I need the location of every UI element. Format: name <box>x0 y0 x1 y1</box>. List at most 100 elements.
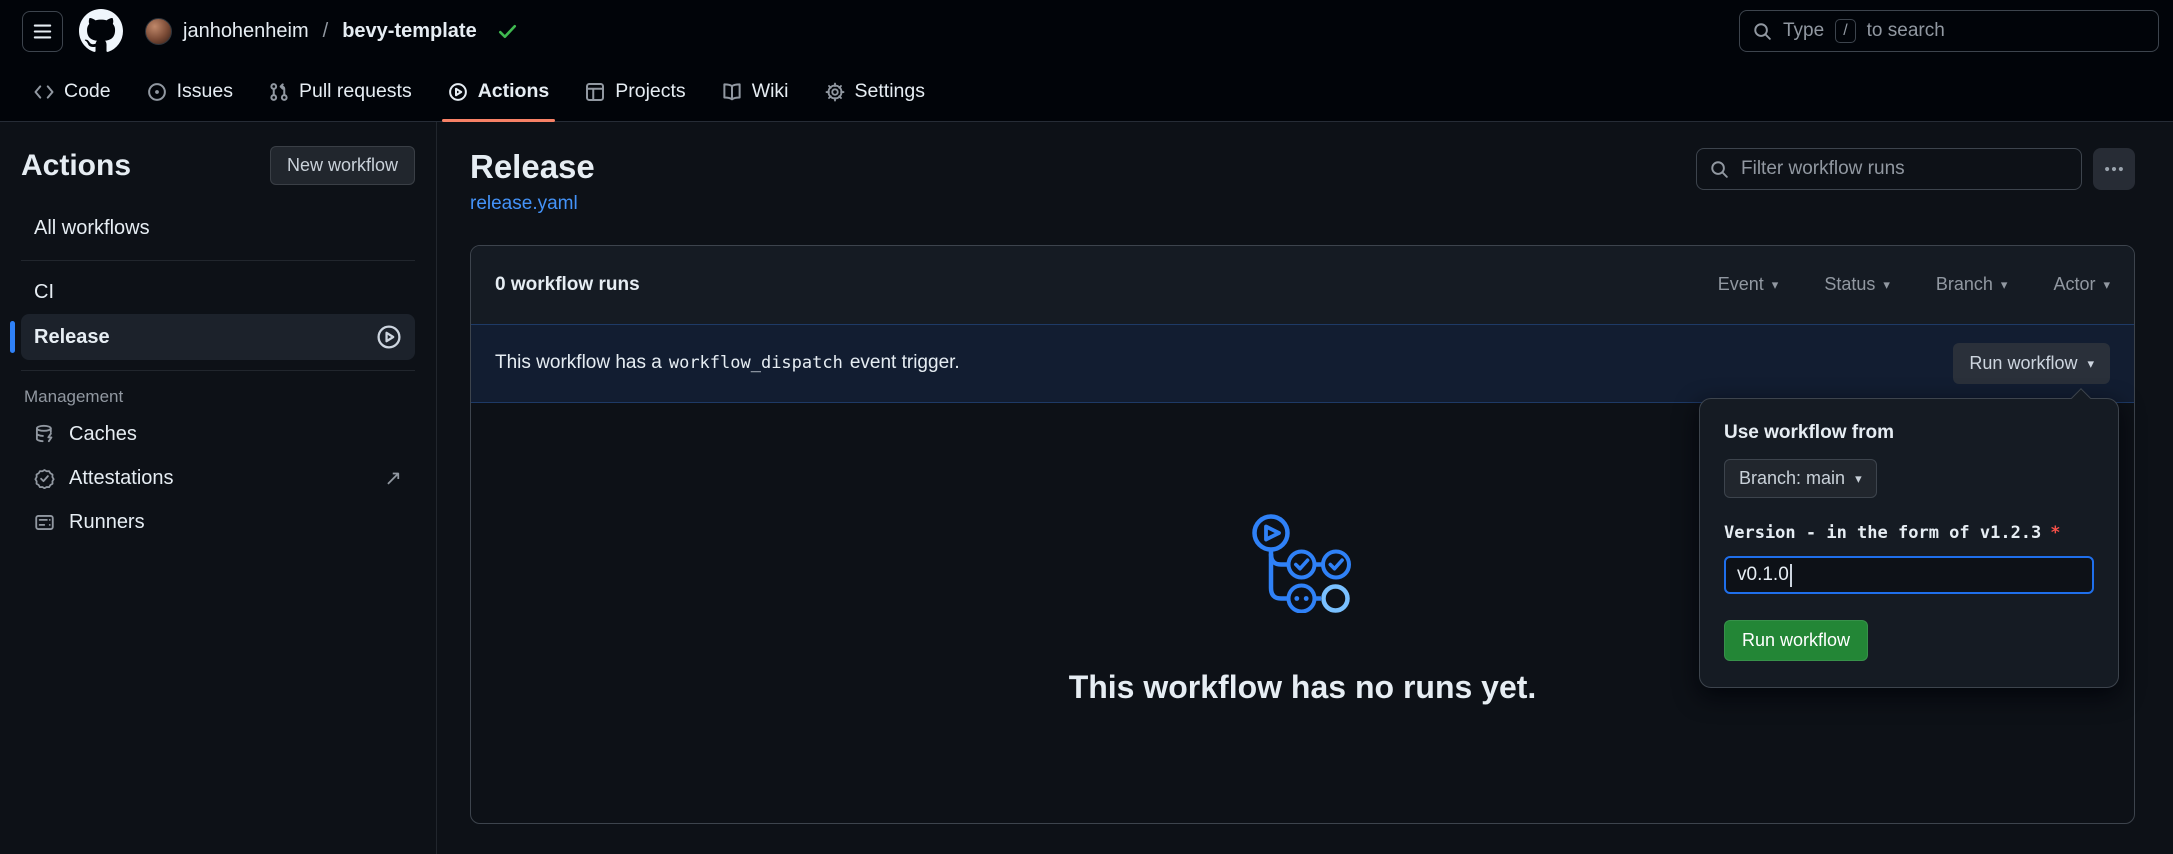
tab-wiki[interactable]: Wiki <box>707 62 804 121</box>
filter-label: Actor <box>2053 274 2095 295</box>
tab-label: Wiki <box>752 80 789 103</box>
github-logo[interactable] <box>79 9 123 53</box>
run-workflow-submit-button[interactable]: Run workflow <box>1724 620 1868 661</box>
filter-actor-dropdown[interactable]: Actor ▾ <box>2053 274 2110 295</box>
filter-workflow-runs-field <box>1696 148 2082 190</box>
tab-label: Actions <box>478 80 550 103</box>
cache-icon <box>34 424 55 445</box>
sidebar-item-label: Attestations <box>69 467 174 490</box>
tab-label: Code <box>64 80 111 103</box>
sidebar-item-ci[interactable]: CI <box>21 271 415 314</box>
filter-label: Event <box>1718 274 1764 295</box>
version-input-label: Version - in the form of v1.2.3 * <box>1724 523 2094 543</box>
kebab-horizontal-icon <box>2103 158 2125 180</box>
filter-workflow-runs-input[interactable] <box>1739 157 2068 181</box>
caret-down-icon: ▾ <box>2087 357 2094 370</box>
global-header: janhohenheim / bevy-template Type / to s… <box>0 0 2173 62</box>
table-icon <box>585 82 605 102</box>
owner-avatar <box>145 18 172 45</box>
external-link-icon: ↗ <box>384 466 402 491</box>
panel-heading: Use workflow from <box>1724 422 2094 444</box>
breadcrumb-repo-link[interactable]: bevy-template <box>342 20 477 43</box>
run-workflow-label: Run workflow <box>1969 353 2077 374</box>
caret-down-icon: ▾ <box>1855 472 1862 485</box>
version-input[interactable]: v0.1.0 <box>1724 556 2094 594</box>
filter-status-dropdown[interactable]: Status ▾ <box>1824 274 1890 295</box>
slash-keycap: / <box>1835 19 1855 43</box>
sidebar-title: Actions <box>21 149 131 183</box>
play-icon <box>448 82 468 102</box>
tab-code[interactable]: Code <box>19 62 126 121</box>
tab-label: Pull requests <box>299 80 412 103</box>
new-workflow-button[interactable]: New workflow <box>270 146 415 185</box>
search-icon <box>1753 22 1772 41</box>
run-workflow-panel: Use workflow from Branch: main ▾ Version… <box>1699 398 2119 688</box>
breadcrumb-owner-link[interactable]: janhohenheim <box>183 20 309 43</box>
tab-issues[interactable]: Issues <box>132 62 248 121</box>
breadcrumb-separator: / <box>323 20 329 43</box>
sidebar-divider <box>21 370 415 371</box>
tab-label: Projects <box>615 80 685 103</box>
actions-sidebar: Actions New workflow All workflows CI Re… <box>0 122 437 854</box>
sidebar-item-label: Runners <box>69 511 145 534</box>
issue-opened-icon <box>147 82 167 102</box>
workflow-graph-illustration <box>1250 513 1355 613</box>
filter-label: Branch <box>1936 274 1993 295</box>
banner-text-before: This workflow has a <box>495 352 662 373</box>
tab-pull-requests[interactable]: Pull requests <box>254 62 427 121</box>
text-cursor <box>1790 564 1792 587</box>
search-placeholder-suffix: to search <box>1867 20 1945 42</box>
search-placeholder-prefix: Type <box>1783 20 1824 42</box>
banner-text: This workflow has a workflow_dispatch even… <box>495 352 960 374</box>
sidebar-divider <box>21 260 415 261</box>
workflow-dispatch-banner: This workflow has a workflow_dispatch even… <box>471 324 2134 403</box>
caret-down-icon: ▾ <box>2001 278 2008 291</box>
runs-count: 0 workflow runs <box>495 274 640 296</box>
code-icon <box>34 82 54 102</box>
caret-down-icon: ▾ <box>2103 278 2110 291</box>
filter-branch-dropdown[interactable]: Branch ▾ <box>1936 274 2008 295</box>
breadcrumb: janhohenheim / bevy-template <box>145 18 518 45</box>
tab-projects[interactable]: Projects <box>570 62 700 121</box>
sidebar-item-attestations[interactable]: Attestations ↗ <box>21 456 415 501</box>
empty-state-title: This workflow has no runs yet. <box>1069 669 1537 706</box>
branch-select-label: Branch: main <box>1739 468 1845 489</box>
filter-event-dropdown[interactable]: Event ▾ <box>1718 274 1779 295</box>
sidebar-item-all-workflows[interactable]: All workflows <box>21 207 415 250</box>
tab-settings[interactable]: Settings <box>810 62 940 121</box>
commit-status-check-icon[interactable] <box>497 21 518 42</box>
runs-list-header: 0 workflow runs Event ▾ Status ▾ Branch <box>471 246 2134 324</box>
search-icon <box>1710 160 1729 179</box>
caret-down-icon: ▾ <box>1883 278 1890 291</box>
sidebar-item-label: Caches <box>69 423 137 446</box>
page-title: Release <box>470 148 595 186</box>
banner-text-after: event trigger. <box>850 352 960 373</box>
workflow-options-kebab-button[interactable] <box>2093 148 2135 190</box>
gear-icon <box>825 82 845 102</box>
sidebar-item-runners[interactable]: Runners <box>21 501 415 544</box>
three-bars-icon <box>33 22 52 41</box>
repo-nav: Code Issues Pull requests Actions Projec… <box>0 62 2173 122</box>
book-icon <box>722 82 742 102</box>
branch-select-button[interactable]: Branch: main ▾ <box>1724 459 1877 498</box>
run-workflow-dropdown-button[interactable]: Run workflow ▾ <box>1953 343 2110 384</box>
required-asterisk: * <box>2050 523 2060 543</box>
version-value: v0.1.0 <box>1737 564 1789 586</box>
tab-label: Issues <box>177 80 233 103</box>
tab-label: Settings <box>855 80 925 103</box>
verified-badge-icon <box>34 468 55 489</box>
tab-actions[interactable]: Actions <box>433 62 565 121</box>
hamburger-menu-button[interactable] <box>22 11 63 52</box>
global-search-input[interactable]: Type / to search <box>1739 10 2159 52</box>
manual-trigger-play-icon <box>376 324 402 350</box>
workflow-dispatch-code: workflow_dispatch <box>669 353 843 373</box>
workflow-file-link[interactable]: release.yaml <box>470 193 578 215</box>
management-section-label: Management <box>21 387 415 407</box>
server-icon <box>34 512 55 533</box>
github-actions-page: janhohenheim / bevy-template Type / to s… <box>0 0 2173 854</box>
caret-down-icon: ▾ <box>1772 278 1779 291</box>
sidebar-item-release[interactable]: Release <box>21 314 415 360</box>
sidebar-item-label: Release <box>34 326 110 349</box>
git-pull-request-icon <box>269 82 289 102</box>
sidebar-item-caches[interactable]: Caches <box>21 413 415 456</box>
